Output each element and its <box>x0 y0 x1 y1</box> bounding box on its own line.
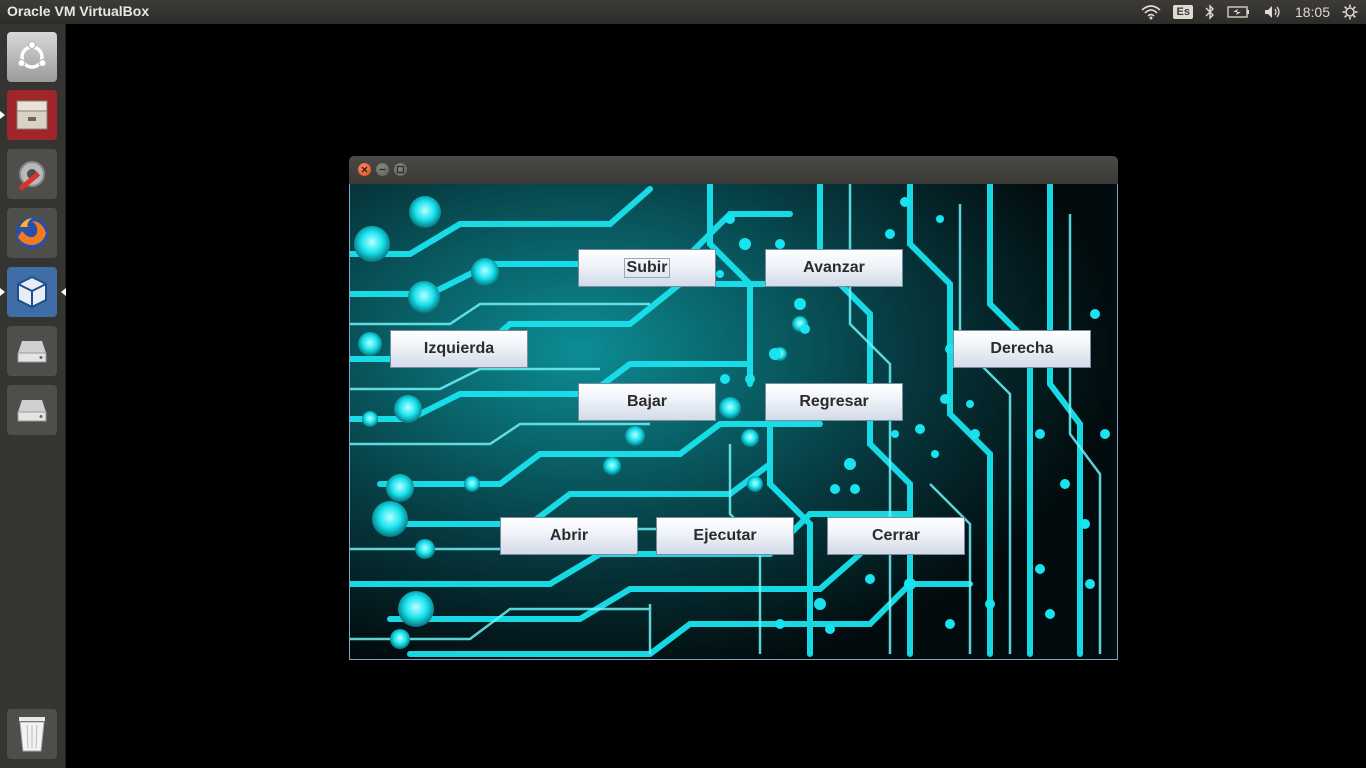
subir-button-label: Subir <box>623 258 671 278</box>
izquierda-button[interactable]: Izquierda <box>390 330 528 368</box>
izquierda-button-label: Izquierda <box>423 340 495 357</box>
derecha-button[interactable]: Derecha <box>953 330 1091 368</box>
volume-icon[interactable] <box>1263 0 1283 24</box>
app-title: Oracle VM VirtualBox <box>7 3 150 19</box>
system-settings-icon[interactable] <box>7 149 57 199</box>
circuit-board-panel: Subir Avanzar Izquierda Derecha Bajar Re… <box>349 184 1118 660</box>
settings-gear-icon[interactable] <box>1342 0 1358 24</box>
abrir-button-label: Abrir <box>549 527 589 544</box>
avanzar-button-label: Avanzar <box>803 259 865 276</box>
app-window: Subir Avanzar Izquierda Derecha Bajar Re… <box>349 156 1118 660</box>
ejecutar-button[interactable]: Ejecutar <box>656 517 794 555</box>
ejecutar-button-label: Ejecutar <box>693 527 757 544</box>
top-panel: Oracle VM VirtualBox Es 18:05 <box>0 0 1366 24</box>
clock[interactable]: 18:05 <box>1295 0 1330 24</box>
ubuntu-dash-icon[interactable] <box>7 32 57 82</box>
system-tray: Es 18:05 <box>1141 0 1366 24</box>
bajar-button-label: Bajar <box>626 393 668 410</box>
regresar-button[interactable]: Regresar <box>765 383 903 421</box>
bajar-button[interactable]: Bajar <box>578 383 716 421</box>
firefox-icon[interactable] <box>7 208 57 258</box>
drive-icon-2[interactable] <box>7 385 57 435</box>
keyboard-layout-label: Es <box>1173 5 1193 19</box>
launcher <box>0 24 66 768</box>
regresar-button-label: Regresar <box>799 393 869 410</box>
wifi-icon[interactable] <box>1141 0 1162 24</box>
maximize-icon[interactable] <box>394 163 407 176</box>
bluetooth-icon[interactable] <box>1205 0 1215 24</box>
circuit-board-background <box>350 184 1117 659</box>
drive-icon-1[interactable] <box>7 326 57 376</box>
keyboard-layout-indicator[interactable]: Es <box>1173 0 1193 24</box>
trash-icon[interactable] <box>7 709 57 759</box>
abrir-button[interactable]: Abrir <box>500 517 638 555</box>
virtualbox-icon[interactable] <box>0 267 66 317</box>
window-titlebar[interactable] <box>349 156 1118 184</box>
minimize-icon[interactable] <box>376 163 389 176</box>
derecha-button-label: Derecha <box>990 340 1054 357</box>
battery-icon[interactable] <box>1227 0 1251 24</box>
cerrar-button-label: Cerrar <box>871 527 921 544</box>
files-app-icon[interactable] <box>0 90 57 140</box>
avanzar-button[interactable]: Avanzar <box>765 249 903 287</box>
subir-button[interactable]: Subir <box>578 249 716 287</box>
cerrar-button[interactable]: Cerrar <box>827 517 965 555</box>
close-icon[interactable] <box>358 163 371 176</box>
